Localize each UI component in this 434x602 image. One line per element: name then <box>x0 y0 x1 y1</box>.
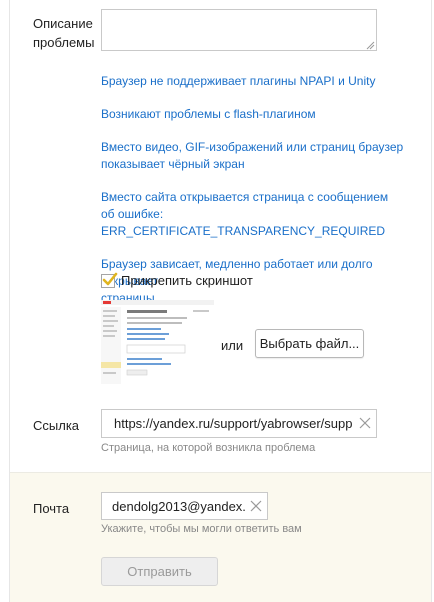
link-certificate-error[interactable]: Вместо сайта открывается страница с сооб… <box>101 189 416 240</box>
url-hint: Страница, на которой возникла проблема <box>101 442 316 454</box>
link-certificate-error-line1: Вместо сайта открывается страница с сооб… <box>101 190 389 204</box>
submit-button[interactable]: Отправить <box>101 557 218 586</box>
right-border <box>431 0 432 602</box>
email-hint: Укажите, чтобы мы могли ответить вам <box>101 523 302 535</box>
description-label-line2: проблемы <box>33 35 95 50</box>
link-flash-plugin[interactable]: Возникают проблемы с flash-плагином <box>101 106 416 123</box>
or-text: или <box>221 338 244 353</box>
link-black-screen-line2: показывает чёрный экран <box>101 157 245 171</box>
choose-file-button[interactable]: Выбрать файл... <box>255 329 364 358</box>
link-npapi-unity[interactable]: Браузер не поддерживает плагины NPAPI и … <box>101 73 416 90</box>
resize-grip-icon[interactable] <box>366 41 375 50</box>
link-black-screen-line1: Вместо видео, GIF-изображений или страни… <box>101 140 404 154</box>
email-label: Почта <box>33 501 70 516</box>
attach-screenshot-checkbox[interactable] <box>101 272 118 288</box>
link-certificate-error-line2: об ошибке: ERR_CERTIFICATE_TRANSPARENCY_… <box>101 207 386 238</box>
screenshot-preview-image <box>101 300 214 384</box>
clear-url-icon[interactable] <box>358 416 372 430</box>
description-label-line1: Описание <box>33 16 93 31</box>
url-input[interactable] <box>101 409 377 438</box>
screenshot-thumbnail <box>101 300 214 384</box>
description-label: Описание проблемы <box>33 14 94 52</box>
description-textarea[interactable] <box>101 9 377 51</box>
clear-email-icon[interactable] <box>249 499 263 513</box>
link-label: Ссылка <box>33 418 80 433</box>
checkmark-icon <box>102 272 118 285</box>
attach-screenshot-label: Прикрепить скриншот <box>121 273 253 288</box>
link-black-screen[interactable]: Вместо видео, GIF-изображений или страни… <box>101 139 416 173</box>
attach-screenshot-row[interactable]: Прикрепить скриншот <box>101 272 253 288</box>
email-input[interactable] <box>101 492 268 520</box>
